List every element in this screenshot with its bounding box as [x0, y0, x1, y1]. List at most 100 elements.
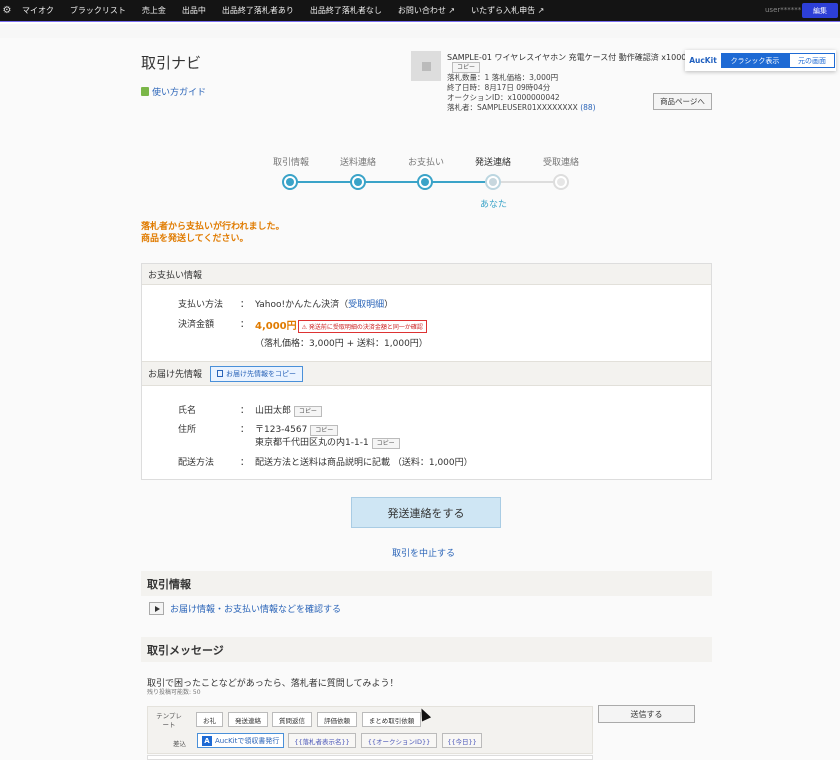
- auckit-receipt-button[interactable]: A AucKitで領収書発行: [197, 733, 285, 748]
- nav-divider: [0, 21, 840, 22]
- gear-icon[interactable]: ⚙: [0, 0, 14, 21]
- template-thanks-button[interactable]: お礼: [196, 712, 223, 727]
- template-reply-button[interactable]: 質問返信: [272, 712, 312, 727]
- template-bundle-request-button[interactable]: まとめ取引依頼: [362, 712, 421, 727]
- auckit-logo: AucKit: [689, 56, 717, 65]
- nav-item-report-prank-bid[interactable]: いたずら入札申告 ↗: [463, 5, 552, 16]
- copy-icon: [217, 370, 224, 377]
- item-auction-id: オークションID：x1000000042: [447, 93, 560, 102]
- nav-item-contact[interactable]: お問い合わせ ↗: [390, 5, 463, 16]
- item-thumbnail[interactable]: [411, 51, 441, 81]
- insert-auction-id-button[interactable]: {{オークションID}}: [361, 733, 437, 748]
- payment-method-value: Yahoo!かんたん決済（受取明細）: [255, 297, 393, 310]
- send-message-button[interactable]: 送信する: [598, 705, 695, 723]
- colon-separator: ：: [240, 458, 250, 468]
- name-value: 山田太郎 コピー: [255, 403, 322, 417]
- send-shipping-notice-button[interactable]: 発送連絡をする: [351, 497, 501, 528]
- step-label-shipping-fee: 送料連絡: [339, 158, 376, 168]
- copy-delivery-info-button[interactable]: お届け先情報をコピー: [210, 365, 304, 382]
- nav-item-ended-without-winner[interactable]: 出品終了落札者なし: [302, 5, 390, 16]
- nav-item-listing[interactable]: 出品中: [174, 5, 214, 16]
- template-rating-request-button[interactable]: 評価依頼: [317, 712, 357, 727]
- header-strip: [0, 24, 840, 38]
- item-bidder: 落札者：SAMPLEUSER01XXXXXXXX (88): [447, 103, 596, 113]
- step-dot-core: [354, 178, 362, 186]
- name-label: 氏名: [178, 406, 197, 416]
- nav-item-ended-with-winner[interactable]: 出品終了落札者あり: [214, 5, 302, 16]
- copy-address-button[interactable]: コピー: [371, 438, 400, 449]
- insert-bidder-name-button[interactable]: {{落札者表示名}}: [288, 733, 356, 748]
- insert-today-button[interactable]: {{今日}}: [442, 733, 482, 748]
- item-quantity-price: 落札数量：1 落札価格：3,000円: [447, 73, 559, 82]
- payment-method-close: ）: [384, 300, 394, 310]
- colon-separator: ：: [240, 320, 250, 330]
- payment-amount: 4,000円: [255, 321, 297, 332]
- step-dot-receipt-notice: [553, 174, 569, 190]
- colon-separator: ：: [240, 406, 250, 416]
- alert-line-2: 商品を発送してください。: [141, 234, 249, 244]
- amount-warning-badge: ⚠ 発送前に受取明細の決済金額と同一か確認: [297, 320, 427, 333]
- classic-view-button[interactable]: クラシック表示: [721, 53, 789, 68]
- step-label-receipt-notice: 受取連絡: [542, 158, 579, 168]
- template-panel: テンプレート お礼 発送連絡 質問返信 評価依頼 まとめ取引依頼 差込 A Auc…: [147, 706, 593, 754]
- colon-separator: ：: [240, 425, 250, 435]
- address-label: 住所: [178, 425, 197, 435]
- page-title: 取引ナビ: [141, 54, 202, 72]
- auckit-logo-icon: A: [202, 735, 212, 746]
- copy-name-button[interactable]: コピー: [293, 406, 322, 417]
- edit-button[interactable]: 編集: [802, 3, 838, 18]
- copy-title-button[interactable]: コピー: [452, 62, 481, 73]
- nav-item-my-auction[interactable]: マイオク: [14, 5, 62, 16]
- delivery-info-header: お届け先情報 お届け先情報をコピー: [142, 361, 711, 386]
- payment-breakdown: （落札価格：3,000円 + 送料：1,000円）: [255, 339, 428, 349]
- nav-item-blacklist[interactable]: ブラックリスト: [62, 5, 134, 16]
- bidder-rating-link[interactable]: (88): [580, 103, 595, 112]
- step-label-shipping-notice: 発送連絡: [474, 158, 511, 168]
- alert-line-1: 落札者から支払いが行われました。: [141, 222, 285, 232]
- postal-code: 〒123-4567: [255, 425, 308, 435]
- receipt-details-link[interactable]: 受取明細: [348, 300, 384, 310]
- top-navigation-bar: ⚙ マイオク ブラックリスト 売上金 出品中 出品終了落札者あり 出品終了落札者…: [0, 0, 840, 21]
- template-label: テンプレート: [156, 712, 182, 729]
- payment-method-label: 支払い方法: [178, 300, 224, 310]
- step-dot-core: [557, 178, 565, 186]
- payment-info-header: お支払い情報: [142, 264, 711, 285]
- transaction-info-header: 取引情報: [141, 571, 712, 596]
- guide-link[interactable]: 使い方ガイド: [141, 85, 206, 98]
- template-shipping-button[interactable]: 発送連絡: [228, 712, 268, 727]
- step-dot-core: [286, 178, 294, 186]
- image-placeholder-icon: [421, 61, 431, 71]
- step-progress-line: [290, 181, 493, 183]
- item-title: SAMPLE-01 ワイヤレスイヤホン 充電ケース付 動作確認済 x10000: [447, 53, 692, 62]
- step-label-payment: お支払い: [407, 158, 444, 168]
- step-label-transaction-info: 取引情報: [272, 158, 309, 168]
- colon-separator: ：: [240, 300, 250, 310]
- message-textarea[interactable]: [147, 755, 593, 760]
- play-icon: [149, 602, 164, 615]
- address-text: 東京都千代田区丸の内1-1-1: [255, 438, 369, 448]
- step-dot-core: [489, 178, 497, 186]
- user-name: user******: [765, 6, 802, 14]
- bidder-name: 落札者：SAMPLEUSER01XXXXXXXX: [447, 103, 578, 112]
- nav-item-sales[interactable]: 売上金: [134, 5, 174, 16]
- step-dot-shipping-notice: [485, 174, 501, 190]
- payment-method-text: Yahoo!かんたん決済（: [255, 300, 349, 310]
- copy-delivery-info-label: お届け先情報をコピー: [226, 369, 297, 378]
- original-view-button[interactable]: 元の画面: [789, 53, 835, 68]
- item-end-time: 終了日時：8月17日 09時04分: [447, 83, 551, 92]
- insert-label: 差込: [173, 740, 186, 748]
- auckit-view-toggle: AucKit クラシック表示 元の画面: [685, 50, 836, 71]
- book-icon: [141, 87, 149, 96]
- step-remaining-line: [493, 181, 561, 183]
- confirm-details-label: お届け情報・お支払い情報などを確認する: [170, 605, 342, 615]
- payment-amount-value: 4,000円 ⚠ 発送前に受取明細の決済金額と同一か確認: [255, 317, 427, 333]
- cancel-transaction-link[interactable]: 取引を中止する: [392, 546, 455, 559]
- remaining-posts: 残り投稿可能数: 50: [147, 689, 201, 696]
- status-alert: 落札者から支払いが行われました。 商品を発送してください。: [141, 221, 285, 245]
- product-page-button[interactable]: 商品ページへ: [653, 93, 712, 110]
- confirm-details-link[interactable]: お届け情報・お支払い情報などを確認する: [149, 602, 341, 615]
- step-dot-core: [421, 178, 429, 186]
- step-dot-payment: [417, 174, 433, 190]
- postal-value: 〒123-4567 コピー: [255, 422, 339, 436]
- shipping-method-label: 配送方法: [178, 458, 215, 468]
